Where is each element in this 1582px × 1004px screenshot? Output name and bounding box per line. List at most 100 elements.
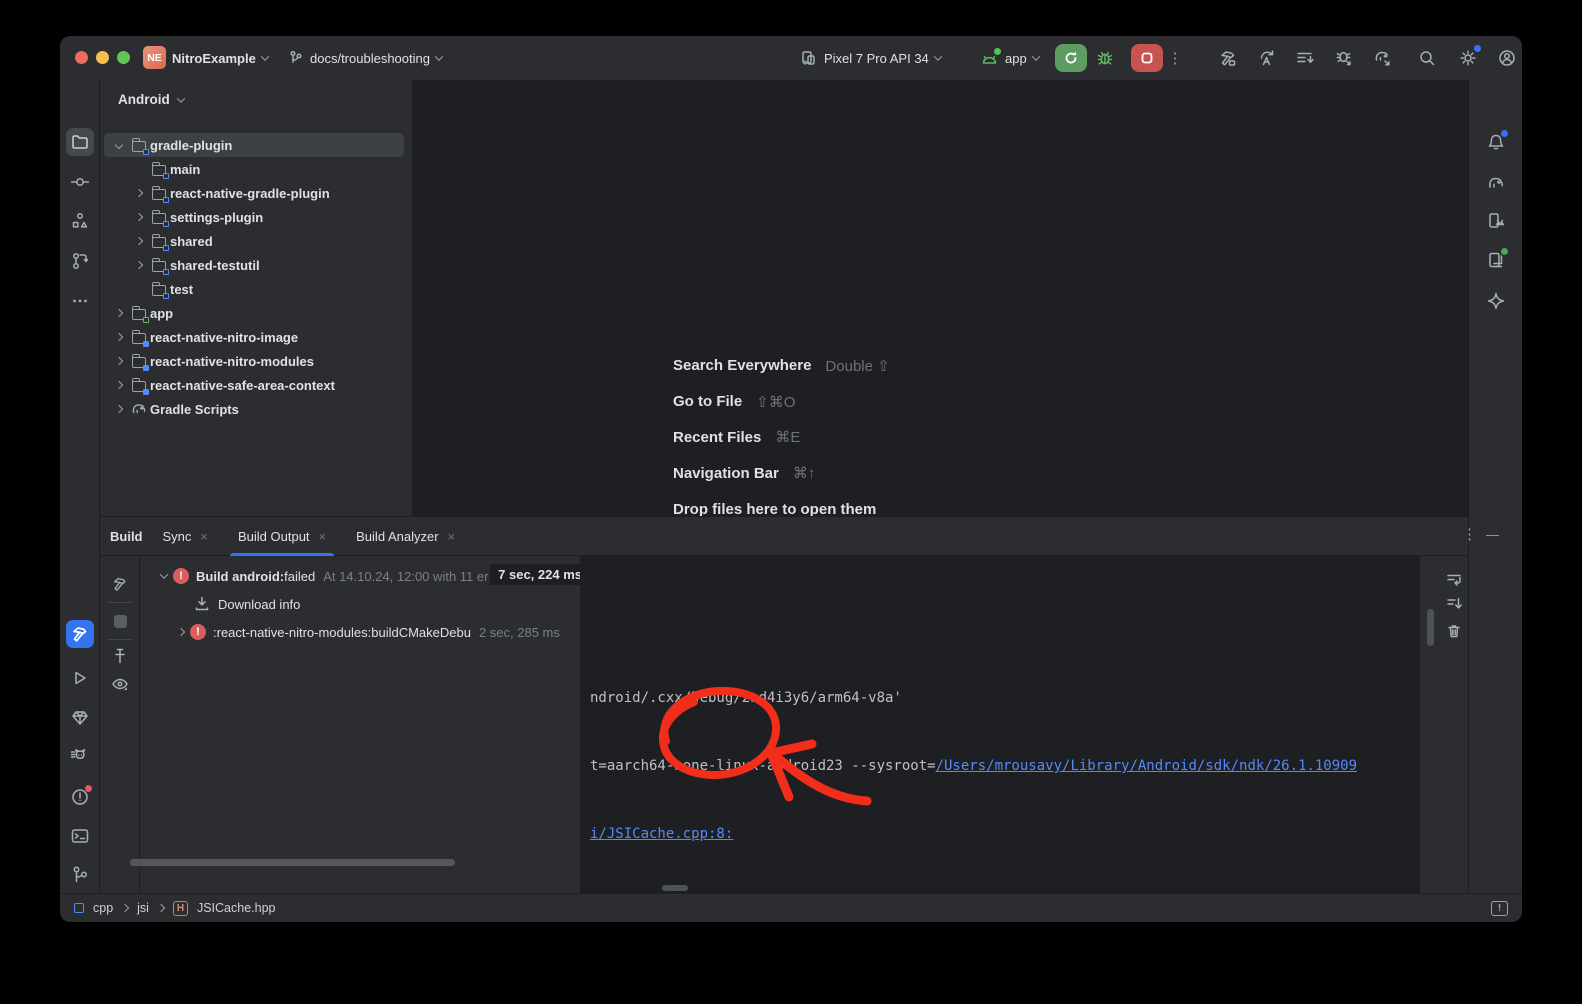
pin-tab-button[interactable]: [110, 646, 130, 666]
run-config-name: app: [1005, 51, 1027, 66]
run-config-selector[interactable]: app: [980, 36, 1039, 80]
device-manager-button[interactable]: [1482, 207, 1510, 235]
tree-row[interactable]: shared: [104, 229, 404, 253]
gradle-button[interactable]: [1482, 169, 1510, 197]
branch-selector[interactable]: docs/troubleshooting: [288, 36, 442, 80]
soft-wrap-button[interactable]: [1444, 569, 1464, 589]
run-button[interactable]: [1055, 44, 1087, 72]
tree-chevron-icon[interactable]: [110, 406, 128, 412]
tree-chevron-icon[interactable]: [130, 190, 148, 196]
tree-chevron-icon[interactable]: [110, 334, 128, 340]
tool-more-button[interactable]: [66, 287, 94, 315]
console-vertical-scrollbar[interactable]: [1427, 609, 1434, 646]
sync-arrow-a-icon: [1257, 48, 1277, 68]
close-window-button[interactable]: [75, 51, 88, 64]
apply-changes-button[interactable]: [1295, 48, 1315, 68]
console-file-link[interactable]: /Users/mrousavy/Library/Android/sdk/ndk/…: [936, 758, 1357, 774]
console-file-link[interactable]: i/JSICache.cpp:8:: [590, 826, 733, 842]
window-controls: [75, 51, 130, 64]
tree-chevron-icon[interactable]: [130, 238, 148, 244]
tree-chevron-icon[interactable]: [110, 382, 128, 388]
settings-button[interactable]: [1458, 48, 1478, 68]
tool-logcat-button[interactable]: [66, 743, 94, 771]
close-tab-icon[interactable]: ×: [200, 529, 208, 544]
account-button[interactable]: [1497, 48, 1517, 68]
tree-horizontal-scrollbar[interactable]: [130, 859, 455, 866]
console-horizontal-scrollbar[interactable]: [662, 885, 688, 891]
project-name: NitroExample: [172, 51, 256, 66]
tree-chevron-icon[interactable]: [110, 358, 128, 364]
close-tab-icon[interactable]: ×: [319, 529, 327, 544]
tool-problems-button[interactable]: [66, 783, 94, 811]
tree-row[interactable]: shared-testutil: [104, 253, 404, 277]
stop-build-button[interactable]: [110, 611, 130, 631]
breadcrumb-jsi[interactable]: jsi: [137, 901, 149, 915]
project-selector[interactable]: NitroExample: [172, 36, 268, 80]
tree-row[interactable]: settings-plugin: [104, 205, 404, 229]
tree-chevron-icon[interactable]: [110, 142, 128, 148]
tool-project-button[interactable]: [66, 128, 94, 156]
build-task-row[interactable]: ! :react-native-nitro-modules:buildCMake…: [130, 618, 580, 646]
scroll-to-end-button[interactable]: [1444, 594, 1464, 614]
search-everywhere-button[interactable]: [1417, 48, 1437, 68]
tree-chevron-icon[interactable]: [110, 310, 128, 316]
tree-row[interactable]: react-native-nitro-image: [104, 325, 404, 349]
profiler-button[interactable]: [1373, 48, 1393, 68]
tree-chevron-icon[interactable]: [172, 629, 190, 635]
tree-row[interactable]: react-native-gradle-plugin: [104, 181, 404, 205]
restart-build-button[interactable]: [110, 574, 130, 594]
attach-debugger-button[interactable]: [1335, 48, 1355, 68]
tool-pull-requests-button[interactable]: [66, 247, 94, 275]
project-view-selector[interactable]: Android: [118, 92, 184, 107]
tree-row[interactable]: main: [104, 157, 404, 181]
tree-chevron-icon[interactable]: [130, 262, 148, 268]
tree-row[interactable]: gradle-plugin: [104, 133, 404, 157]
tree-row[interactable]: Gradle Scripts: [104, 397, 404, 421]
gemini-button[interactable]: [1482, 287, 1510, 315]
breadcrumb-file[interactable]: JSICache.hpp: [197, 901, 276, 915]
stop-button[interactable]: [1131, 44, 1163, 72]
tree-chevron-icon[interactable]: [155, 573, 173, 579]
tool-run-button[interactable]: [66, 664, 94, 692]
debug-button[interactable]: [1095, 48, 1115, 68]
tab-build-analyzer[interactable]: Build Analyzer ×: [346, 517, 465, 556]
editor-shortcuts: Search Everywhere Double ⇧ Go to File ⇧⌘…: [673, 348, 890, 527]
notifications-button[interactable]: [1482, 128, 1510, 156]
build-project-button[interactable]: [1218, 48, 1238, 68]
running-devices-button[interactable]: [1482, 246, 1510, 274]
tool-build-button[interactable]: [66, 620, 94, 648]
tool-terminal-button[interactable]: [66, 822, 94, 850]
tree-row[interactable]: react-native-safe-area-context: [104, 373, 404, 397]
filter-view-button[interactable]: [110, 674, 130, 694]
tool-app-insights-button[interactable]: [66, 704, 94, 732]
tab-sync[interactable]: Sync ×: [153, 517, 219, 556]
sync-project-button[interactable]: [1257, 48, 1277, 68]
tool-commit-button[interactable]: [66, 168, 94, 196]
build-panel-options-button[interactable]: ⋮: [1462, 525, 1477, 543]
build-root-row[interactable]: ! Build android: failed At 14.10.24, 12:…: [130, 562, 580, 590]
module-folder-icon: [148, 187, 170, 200]
more-actions-button[interactable]: ⋮: [1165, 48, 1185, 68]
build-download-row[interactable]: Download info: [130, 590, 580, 618]
tool-structure-button[interactable]: [66, 207, 94, 235]
console-line: t=aarch64-none-linux-android23 --sysroot…: [590, 758, 936, 774]
breadcrumb-cpp[interactable]: cpp: [93, 901, 113, 915]
error-icon: !: [190, 624, 206, 640]
event-log-icon[interactable]: !: [1491, 901, 1508, 916]
tab-build-output[interactable]: Build Output ×: [228, 517, 336, 556]
tree-row[interactable]: test: [104, 277, 404, 301]
tree-chevron-icon[interactable]: [130, 214, 148, 220]
close-tab-icon[interactable]: ×: [448, 529, 456, 544]
tool-version-control-button[interactable]: [66, 861, 94, 889]
minimize-window-button[interactable]: [96, 51, 109, 64]
device-selector[interactable]: Pixel 7 Pro API 34: [800, 36, 941, 80]
maximize-window-button[interactable]: [117, 51, 130, 64]
tree-row[interactable]: react-native-nitro-modules: [104, 349, 404, 373]
clear-console-button[interactable]: [1444, 621, 1464, 641]
titlebar: NE NitroExample docs/troubleshooting Pix…: [60, 36, 1522, 80]
shortcut-row: Go to File ⇧⌘O: [673, 384, 890, 420]
eye-icon: [111, 675, 129, 693]
hide-build-panel-button[interactable]: —: [1486, 527, 1499, 542]
editor-empty-area: Search Everywhere Double ⇧ Go to File ⇧⌘…: [412, 80, 1468, 516]
tree-row[interactable]: app: [104, 301, 404, 325]
